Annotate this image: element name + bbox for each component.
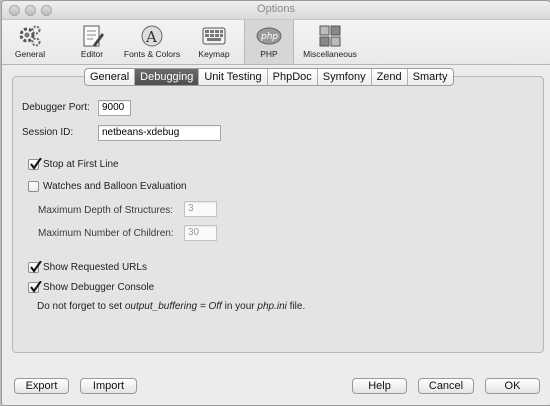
toolbar-general[interactable]: General [7, 20, 53, 64]
note-text-1: Do not forget to set [37, 301, 125, 312]
session-id-field[interactable]: netbeans-xdebug [98, 125, 221, 141]
toolbar-keymap[interactable]: Keymap [192, 20, 236, 64]
session-id-label: Session ID: [22, 127, 74, 138]
note-file-name: php.ini [257, 301, 287, 312]
toolbar-editor[interactable]: Editor [72, 20, 112, 64]
miscellaneous-icon [319, 25, 341, 47]
tab-unit-testing[interactable]: Unit Testing [199, 69, 268, 85]
toolbar-php-label: PHP [260, 49, 278, 59]
max-depth-field[interactable]: 3 [184, 201, 217, 217]
category-toolbar: General Editor A Fonts & Colors Keymap p… [2, 20, 550, 65]
export-button[interactable]: Export [14, 378, 69, 394]
toolbar-general-label: General [14, 49, 46, 59]
title-bar: Options [2, 1, 550, 20]
toolbar-keymap-label: Keymap [198, 49, 230, 59]
tab-debugging[interactable]: Debugging [135, 69, 200, 85]
checkmark-icon [30, 158, 42, 170]
window-title: Options [257, 3, 295, 15]
toolbar-editor-label: Editor [80, 49, 104, 59]
checkmark-icon [30, 261, 42, 273]
tab-symfony[interactable]: Symfony [318, 69, 372, 85]
debugger-port-field[interactable]: 9000 [98, 100, 131, 116]
output-buffering-note: Do not forget to set output_buffering = … [37, 301, 305, 312]
max-children-label: Maximum Number of Children: [38, 228, 174, 239]
tab-zend[interactable]: Zend [372, 69, 408, 85]
note-text-3: file. [286, 301, 306, 312]
tab-smarty[interactable]: Smarty [408, 69, 453, 85]
svg-text:A: A [145, 28, 157, 46]
toolbar-php[interactable]: php PHP [244, 20, 294, 64]
checkmark-icon [30, 281, 42, 293]
php-icon: php [256, 27, 282, 45]
php-tab-bar: General Debugging Unit Testing PhpDoc Sy… [84, 68, 454, 86]
toolbar-fonts-colors[interactable]: A Fonts & Colors [121, 20, 183, 64]
ok-button[interactable]: OK [485, 378, 540, 394]
show-console-label: Show Debugger Console [43, 282, 155, 293]
note-setting-name: output_buffering = Off [124, 301, 222, 312]
show-console-checkbox[interactable] [28, 281, 42, 293]
show-urls-label: Show Requested URLs [43, 262, 147, 273]
toolbar-miscellaneous[interactable]: Miscellaneous [300, 20, 360, 64]
tab-general[interactable]: General [85, 69, 136, 85]
keymap-icon [202, 27, 226, 45]
watches-balloon-checkbox[interactable] [28, 181, 39, 192]
debugger-port-label: Debugger Port: [22, 102, 90, 113]
max-children-field[interactable]: 30 [184, 225, 217, 241]
cancel-button[interactable]: Cancel [418, 378, 474, 394]
svg-text:php: php [260, 32, 278, 42]
toolbar-fonts-colors-label: Fonts & Colors [123, 49, 181, 59]
fonts-colors-icon: A [141, 25, 163, 47]
note-text-2: in your [221, 301, 258, 312]
gear-icon [19, 25, 41, 47]
stop-first-line-checkbox[interactable] [28, 158, 42, 170]
toolbar-miscellaneous-label: Miscellaneous [303, 49, 357, 59]
stop-first-line-label: Stop at First Line [43, 159, 119, 170]
tab-phpdoc[interactable]: PhpDoc [268, 69, 318, 85]
import-button[interactable]: Import [80, 378, 137, 394]
show-urls-checkbox[interactable] [28, 261, 42, 273]
watches-balloon-label: Watches and Balloon Evaluation [43, 181, 187, 192]
options-window: Options General Editor A Fonts & Colors … [1, 0, 550, 406]
max-depth-label: Maximum Depth of Structures: [38, 205, 174, 216]
editor-icon [83, 25, 104, 47]
help-button[interactable]: Help [352, 378, 407, 394]
